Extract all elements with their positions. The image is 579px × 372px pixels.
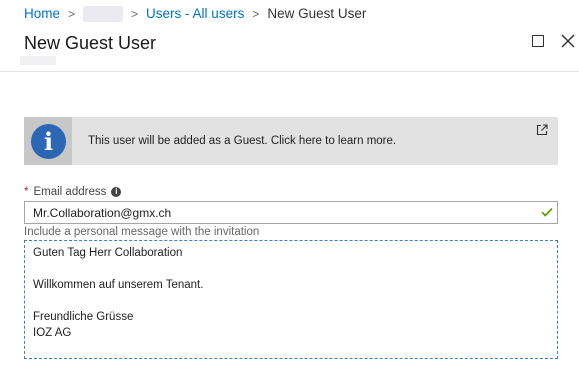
message-label: Include a personal message with the invi…: [24, 226, 260, 238]
external-link-icon[interactable]: [536, 124, 548, 136]
chevron-right-icon: >: [131, 6, 139, 21]
required-marker: *: [24, 186, 29, 198]
breadcrumb-users-link[interactable]: Users - All users: [146, 6, 244, 21]
email-label: * Email address i: [24, 186, 122, 198]
info-banner-text[interactable]: This user will be added as a Guest. Clic…: [88, 135, 396, 147]
breadcrumb-tenant-blurred[interactable]: [83, 5, 124, 22]
page-title: New Guest User: [24, 33, 157, 53]
message-line: [33, 261, 549, 277]
message-line: Guten Tag Herr Collaboration: [33, 247, 183, 259]
personal-message-textarea[interactable]: Guten Tag Herr Collaboration Willkommen a…: [24, 240, 558, 359]
message-line: Willkommen auf unserem Tenant.: [33, 279, 204, 291]
maximize-icon[interactable]: [532, 35, 544, 47]
breadcrumb: Home > > Users - All users > New Guest U…: [0, 0, 579, 27]
message-line: Freundliche Grüsse: [33, 311, 134, 323]
blade-header: New Guest User: [0, 27, 579, 72]
info-icon-container: i: [24, 117, 72, 165]
email-label-text: Email address: [33, 186, 107, 198]
chevron-right-icon: >: [68, 6, 76, 21]
chevron-right-icon: >: [252, 6, 260, 21]
email-field[interactable]: [24, 201, 558, 224]
info-icon: i: [31, 124, 66, 159]
message-line: IOZ AG: [33, 327, 72, 339]
blade-subtitle-blurred: [20, 56, 56, 65]
breadcrumb-current: New Guest User: [267, 6, 367, 21]
info-banner[interactable]: i This user will be added as a Guest. Cl…: [24, 117, 558, 165]
message-line: [33, 293, 549, 309]
breadcrumb-home-link[interactable]: Home: [24, 6, 60, 21]
help-icon[interactable]: i: [111, 187, 122, 197]
checkmark-icon: [541, 207, 553, 217]
close-icon[interactable]: [560, 33, 576, 49]
